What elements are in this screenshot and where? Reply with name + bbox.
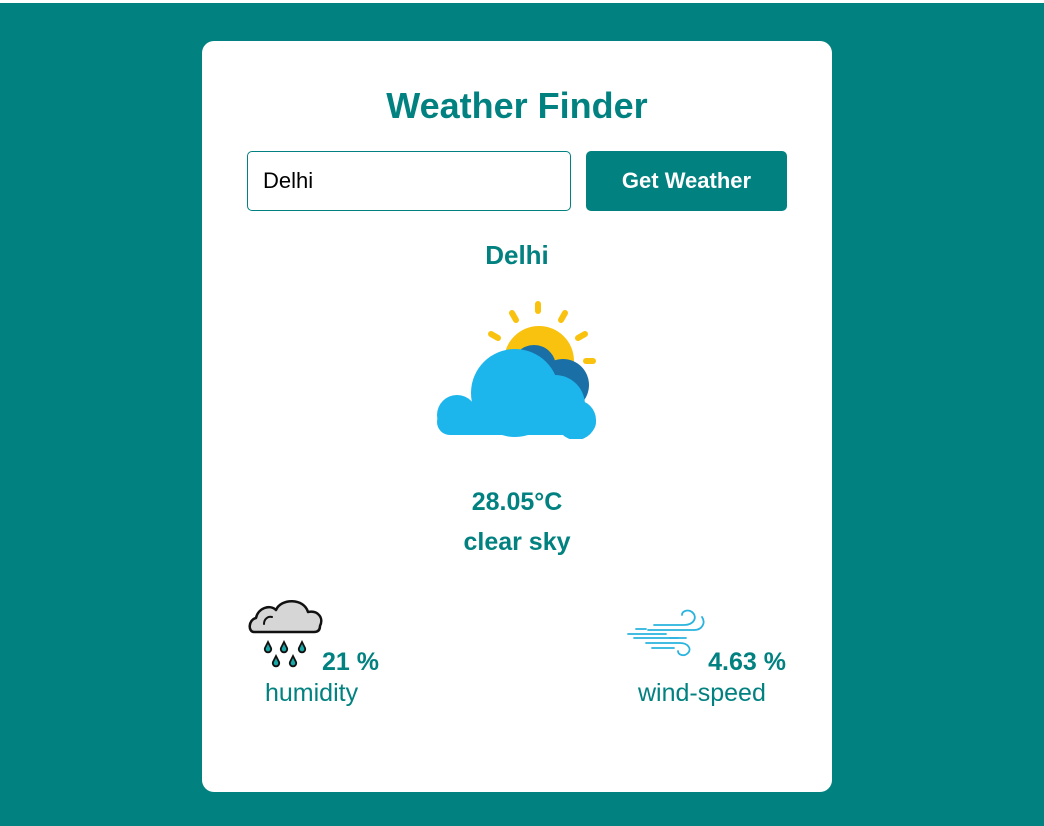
partly-cloudy-icon bbox=[437, 301, 596, 439]
rain-cloud-icon bbox=[248, 600, 323, 668]
weather-description: clear sky bbox=[463, 528, 571, 556]
humidity-label: humidity bbox=[265, 679, 359, 707]
app-title: Weather Finder bbox=[386, 85, 648, 126]
temperature-value: 28.05°C bbox=[471, 488, 563, 516]
wind-speed-label: wind-speed bbox=[638, 679, 766, 707]
city-name: Delhi bbox=[485, 240, 549, 270]
wind-speed-value: 4.63 % bbox=[708, 648, 786, 676]
get-weather-button[interactable]: Get Weather bbox=[586, 151, 787, 211]
humidity-value: 21 % bbox=[322, 648, 379, 676]
city-search-input[interactable] bbox=[247, 151, 571, 211]
top-strip bbox=[0, 0, 1044, 3]
weather-card: Weather Finder Get Weather Delhi 28.05°C… bbox=[202, 41, 832, 792]
wind-icon bbox=[627, 609, 705, 657]
